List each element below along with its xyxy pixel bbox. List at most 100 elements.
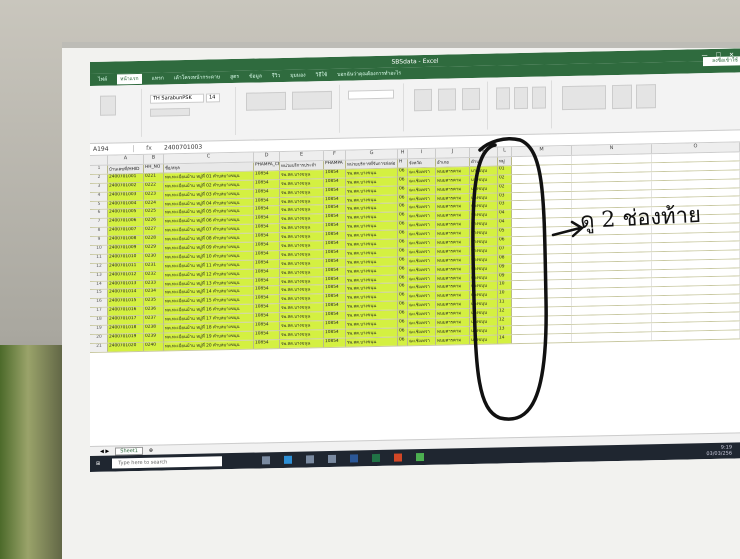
table-cell[interactable]: พนมสารคาม — [436, 255, 470, 265]
table-cell[interactable]: 10854 — [254, 259, 280, 269]
table-cell[interactable]: พนมสารคาม — [436, 326, 470, 336]
table-cell[interactable]: 0231 — [144, 262, 164, 271]
table-cell[interactable] — [512, 262, 572, 272]
table-cell[interactable] — [572, 278, 652, 289]
table-cell[interactable]: 0223 — [144, 191, 164, 200]
table-cell[interactable]: จังหวัด — [408, 158, 436, 168]
table-cell[interactable]: 10854 — [254, 250, 280, 260]
table-cell[interactable] — [512, 155, 572, 166]
table-cell[interactable]: บางขนุน — [470, 246, 498, 255]
table-cell[interactable] — [512, 191, 572, 201]
column-header[interactable]: J — [436, 148, 470, 158]
table-cell[interactable]: รพ.สต.บางขนุน — [346, 301, 398, 311]
table-cell[interactable]: ตำบล — [470, 157, 498, 166]
table-cell[interactable]: 2400701020 — [108, 342, 144, 352]
table-cell[interactable] — [512, 173, 572, 183]
table-cell[interactable]: รพ.สต.บางขนุน — [280, 241, 324, 250]
table-cell[interactable]: 0230 — [144, 253, 164, 262]
table-cell[interactable]: บางขนุน — [470, 193, 498, 202]
table-cell[interactable] — [572, 269, 652, 280]
row-number[interactable]: 2 — [90, 174, 108, 183]
table-cell[interactable] — [512, 315, 572, 326]
table-cell[interactable]: หน่วยบริการที่รับการส่งต่อ — [346, 159, 398, 169]
table-cell[interactable]: หมู่ — [498, 157, 512, 166]
table-cell[interactable]: 0236 — [144, 306, 164, 316]
ribbon-tab[interactable]: วิธีใช้ — [316, 71, 328, 79]
table-cell[interactable]: ฉะเชิงเทรา — [408, 265, 436, 274]
table-cell[interactable] — [572, 243, 652, 253]
table-cell[interactable]: 10854 — [254, 179, 280, 189]
table-cell[interactable]: 10854 — [254, 313, 280, 322]
table-cell[interactable]: 0229 — [144, 244, 164, 253]
table-cell[interactable]: 10854 — [324, 320, 346, 330]
sheet-body[interactable]: 1 บ้านเลขที่/HHID HH_NO ชื่อ/สกุล PHAMPA_CP ห… — [90, 152, 740, 353]
table-cell[interactable] — [512, 333, 572, 343]
table-cell[interactable]: 10854 — [324, 196, 346, 205]
table-cell[interactable]: พนมสารคาม — [436, 238, 470, 247]
table-cell[interactable]: 10854 — [324, 293, 346, 303]
table-cell[interactable]: รพ.สต.บางขนุน — [280, 276, 324, 286]
row-number[interactable]: 19 — [90, 325, 108, 334]
table-cell[interactable] — [572, 332, 652, 342]
table-cell[interactable]: 0235 — [144, 297, 164, 307]
ribbon-tab[interactable]: แทรก — [152, 74, 164, 82]
ribbon-tab[interactable]: บอกฉันว่าคุณต้องการทำอะไร — [337, 69, 401, 78]
format-cells-icon[interactable] — [532, 86, 546, 109]
table-cell[interactable]: รพ.สต.บางขนุน — [346, 284, 398, 293]
table-cell[interactable] — [512, 218, 572, 228]
table-cell[interactable]: H — [398, 159, 408, 168]
table-cell[interactable]: 14 — [498, 334, 512, 344]
table-cell[interactable]: 2400701015 — [108, 298, 144, 307]
table-cell[interactable]: รพ.สต.บางขนุน — [346, 292, 398, 302]
table-cell[interactable]: 06 — [398, 266, 408, 275]
table-cell[interactable] — [512, 235, 572, 246]
table-cell[interactable]: 2400701007 — [108, 227, 144, 236]
table-cell[interactable]: รพ.สต.บางขนุน — [280, 169, 324, 179]
table-cell[interactable]: 0240 — [144, 342, 164, 351]
table-cell[interactable]: 2400701018 — [108, 324, 144, 334]
table-cell[interactable]: 2400701014 — [108, 289, 144, 298]
column-header[interactable]: I — [408, 148, 436, 159]
table-cell[interactable]: 10854 — [254, 277, 280, 287]
table-cell[interactable]: 10854 — [254, 188, 280, 198]
table-cell[interactable]: ทต.ทะเบียนบ้าน หมู่ที่ 20 ตำบลบางขนุน — [164, 340, 254, 351]
table-cell[interactable]: 06 — [398, 292, 408, 301]
alignment-buttons[interactable] — [246, 91, 286, 111]
row-number[interactable]: 13 — [90, 272, 108, 281]
table-cell[interactable]: 04 — [498, 219, 512, 228]
table-cell[interactable] — [512, 289, 572, 299]
table-cell[interactable]: 05 — [498, 228, 512, 237]
table-cell[interactable]: 10854 — [324, 329, 346, 338]
select-all-corner[interactable] — [90, 155, 108, 165]
table-cell[interactable]: 12 — [498, 317, 512, 326]
table-cell[interactable] — [512, 324, 572, 334]
table-cell[interactable] — [512, 280, 572, 290]
table-cell[interactable]: บ้านเลขที่/HHID — [108, 164, 144, 174]
table-cell[interactable]: 2400701012 — [108, 271, 144, 281]
table-cell[interactable]: 10854 — [324, 205, 346, 214]
table-cell[interactable]: รพ.สต.บางขนุน — [346, 221, 398, 231]
table-cell[interactable]: 06 — [398, 221, 408, 230]
table-cell[interactable]: พนมสารคาม — [436, 175, 470, 185]
table-cell[interactable]: รพ.สต.บางขนุน — [346, 186, 398, 196]
table-cell[interactable]: 06 — [398, 310, 408, 319]
ribbon-tab[interactable]: สูตร — [230, 73, 239, 81]
table-cell[interactable]: ฉะเชิงเทรา — [408, 301, 436, 310]
table-cell[interactable]: HH_NO — [144, 164, 164, 173]
edge-icon[interactable] — [284, 455, 293, 464]
table-cell[interactable]: รพ.สต.บางขนุน — [346, 266, 398, 276]
row-number[interactable]: 1 — [90, 165, 108, 174]
table-cell[interactable] — [512, 227, 572, 237]
table-cell[interactable]: รพ.สต.บางขนุน — [280, 321, 324, 330]
table-cell[interactable]: อำเภอ — [436, 158, 470, 167]
table-cell[interactable]: 06 — [398, 186, 408, 195]
table-cell[interactable]: 0237 — [144, 315, 164, 324]
table-cell[interactable] — [512, 298, 572, 308]
table-cell[interactable]: 2400701017 — [108, 316, 144, 325]
table-cell[interactable] — [572, 314, 652, 324]
table-cell[interactable]: รพ.สต.บางขนุน — [280, 258, 324, 268]
table-cell[interactable]: รพ.สต.บางขนุน — [280, 285, 324, 295]
store-icon[interactable] — [306, 455, 315, 464]
table-cell[interactable]: บางขนุน — [470, 184, 498, 193]
table-cell[interactable]: รพ.สต.บางขนุน — [280, 294, 324, 304]
